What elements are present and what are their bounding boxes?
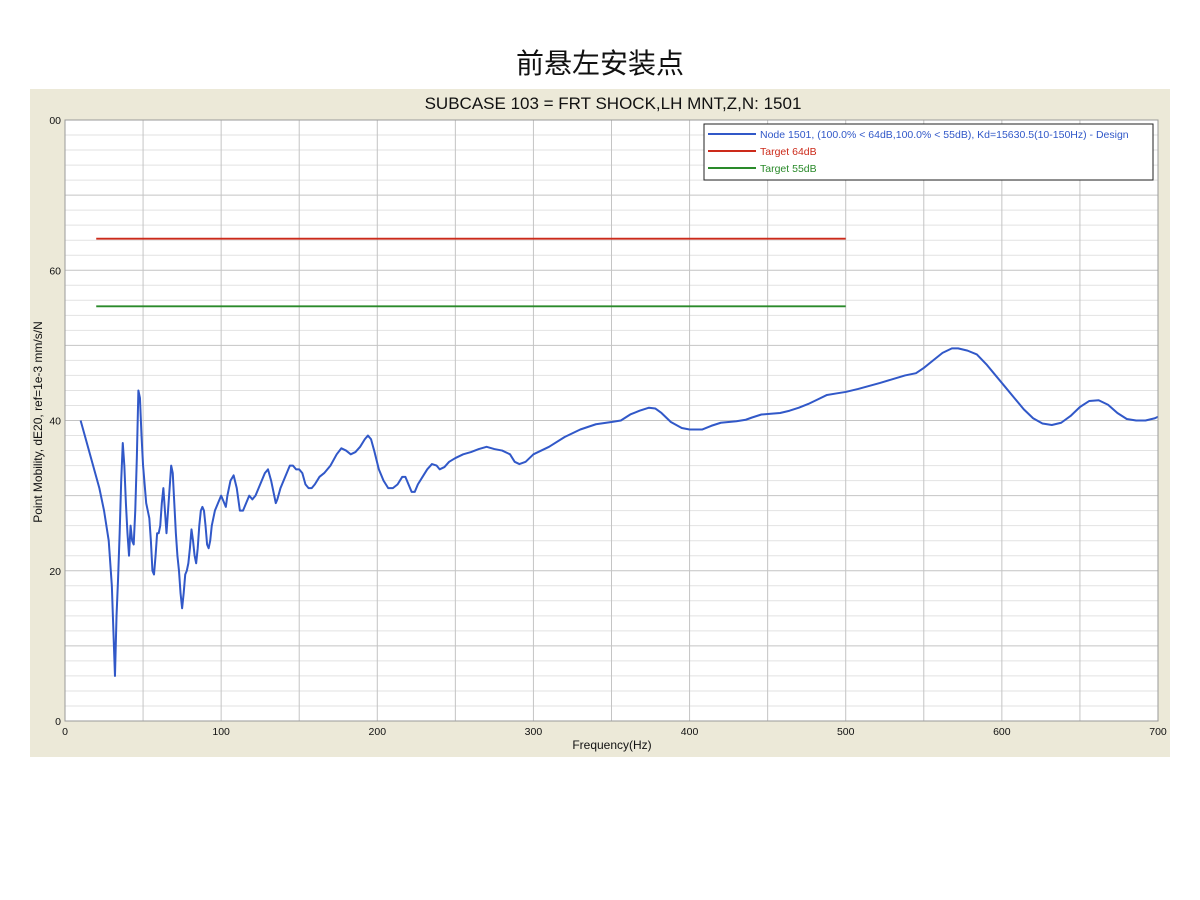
y-tick-label: 00 [49,115,61,127]
y-tick-label: 40 [49,416,61,428]
x-tick-label: 600 [993,726,1011,738]
legend-label-node: Node 1501, (100.0% < 64dB,100.0% < 55dB)… [760,129,1129,141]
x-tick-label: 400 [681,726,699,738]
x-tick-labels: 0 100 200 300 400 500 600 700 [62,726,1167,738]
legend[interactable]: Node 1501, (100.0% < 64dB,100.0% < 55dB)… [703,123,1154,181]
y-tick-label: 60 [49,265,61,277]
x-tick-label: 200 [369,726,387,738]
x-axis-label: Frequency(Hz) [572,738,651,752]
page-title: 前悬左安装点 [515,47,684,80]
y-tick-label: 20 [49,566,61,578]
x-tick-label: 700 [1149,726,1167,738]
y-axis-label: Point Mobility, dE20, ref=1e-3 mm/s/N [31,321,45,523]
legend-item-node[interactable]: Node 1501, (100.0% < 64dB,100.0% < 55dB)… [708,129,1129,141]
chart-panel: SUBCASE 103 = FRT SHOCK,LH MNT,Z,N: 1501… [30,89,1170,757]
chart-title: SUBCASE 103 = FRT SHOCK,LH MNT,Z,N: 1501 [425,94,802,113]
y-tick-label: 0 [55,716,61,728]
legend-label-target-64: Target 64dB [760,146,817,158]
x-tick-label: 100 [212,726,230,738]
y-tick-labels: 0 20 40 60 00 [49,115,61,728]
legend-label-target-55: Target 55dB [760,163,817,175]
x-tick-label: 500 [837,726,855,738]
x-tick-label: 0 [62,726,68,738]
x-tick-label: 300 [525,726,543,738]
chart-svg: SUBCASE 103 = FRT SHOCK,LH MNT,Z,N: 1501… [31,94,1167,752]
plot-area [64,119,1159,722]
